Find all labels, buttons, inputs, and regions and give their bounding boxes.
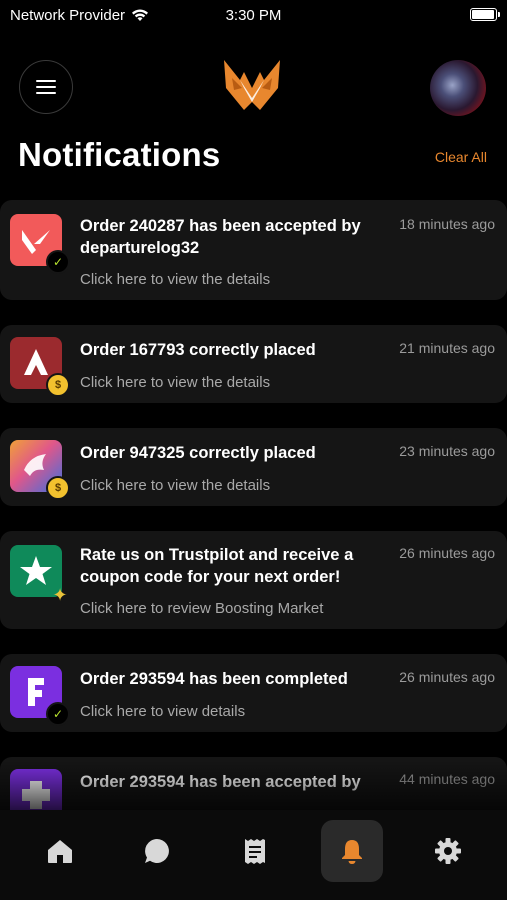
page-title: Notifications — [18, 136, 221, 173]
title-row: Notifications Clear All — [18, 136, 489, 180]
notification-subtitle: Click here to view the details — [80, 477, 271, 494]
notification-item[interactable]: Order 293594 has been accepted by 44 min… — [0, 757, 507, 810]
notification-title: Rate us on Trustpilot and receive a coup… — [80, 546, 354, 586]
orders-icon — [245, 839, 265, 864]
notification-item[interactable]: $ Order 947325 correctly placed Click he… — [0, 428, 507, 506]
notification-item[interactable]: ✓ Order 240287 has been accepted by depa… — [0, 200, 507, 300]
notification-item[interactable]: $ Order 167793 correctly placed Click he… — [0, 325, 507, 403]
check-badge-icon: ✓ — [46, 702, 70, 726]
home-icon — [48, 840, 72, 863]
game-icon — [10, 769, 62, 810]
tab-settings[interactable] — [417, 820, 479, 882]
trustpilot-icon: ✦ — [10, 545, 68, 605]
notification-time: 18 minutes ago — [399, 216, 495, 232]
rocket-league-icon: $ — [10, 440, 70, 500]
coin-badge-icon: $ — [46, 476, 70, 500]
tab-orders[interactable] — [224, 820, 286, 882]
notification-title: Order 240287 has been accepted by depart… — [80, 217, 361, 257]
coin-badge-icon: $ — [46, 373, 70, 397]
notification-title: Order 293594 has been completed — [80, 670, 348, 688]
notification-subtitle: Click here to view details — [80, 703, 246, 720]
battery-icon — [470, 8, 500, 21]
notification-subtitle: Click here to view the details — [80, 374, 271, 391]
chat-icon — [145, 839, 169, 863]
notification-subtitle: Click here to review Boosting Market — [80, 600, 324, 617]
notification-item[interactable]: ✓ Order 293594 has been completed Click … — [0, 654, 507, 732]
avatar[interactable] — [430, 60, 486, 116]
tab-chat[interactable] — [126, 820, 188, 882]
status-bar: Network Provider 3:30 PM — [0, 0, 507, 30]
clear-all-button[interactable]: Clear All — [435, 149, 487, 165]
battery-level — [472, 10, 494, 19]
valorant-icon: ✓ — [10, 214, 70, 274]
hamburger-icon — [36, 80, 56, 94]
notification-item[interactable]: ✦ Rate us on Trustpilot and receive a co… — [0, 531, 507, 629]
bell-icon — [342, 840, 362, 864]
notification-time: 26 minutes ago — [399, 545, 495, 561]
notification-time: 21 minutes ago — [399, 340, 495, 356]
notification-title: Order 947325 correctly placed — [80, 444, 316, 462]
carrier-label: Network Provider — [10, 6, 126, 24]
notification-time: 26 minutes ago — [399, 669, 495, 685]
notification-list: ✓ Order 240287 has been accepted by depa… — [0, 200, 507, 810]
app-header — [0, 58, 507, 118]
tab-bar — [0, 810, 507, 900]
tab-home[interactable] — [29, 820, 91, 882]
notification-time: 44 minutes ago — [399, 771, 495, 787]
brand-logo-icon[interactable] — [220, 58, 284, 114]
apex-icon: $ — [10, 337, 70, 397]
check-badge-icon: ✓ — [46, 250, 70, 274]
notification-time: 23 minutes ago — [399, 443, 495, 459]
fortnite-icon: ✓ — [10, 666, 70, 726]
notification-title: Order 293594 has been accepted by — [80, 773, 361, 791]
wifi-icon — [132, 9, 149, 21]
tab-notifications[interactable] — [321, 820, 383, 882]
menu-button[interactable] — [19, 60, 73, 114]
notification-title: Order 167793 correctly placed — [80, 341, 316, 359]
key-badge-icon: ✦ — [52, 584, 68, 605]
settings-icon — [435, 838, 461, 864]
notification-subtitle: Click here to view the details — [80, 271, 271, 288]
